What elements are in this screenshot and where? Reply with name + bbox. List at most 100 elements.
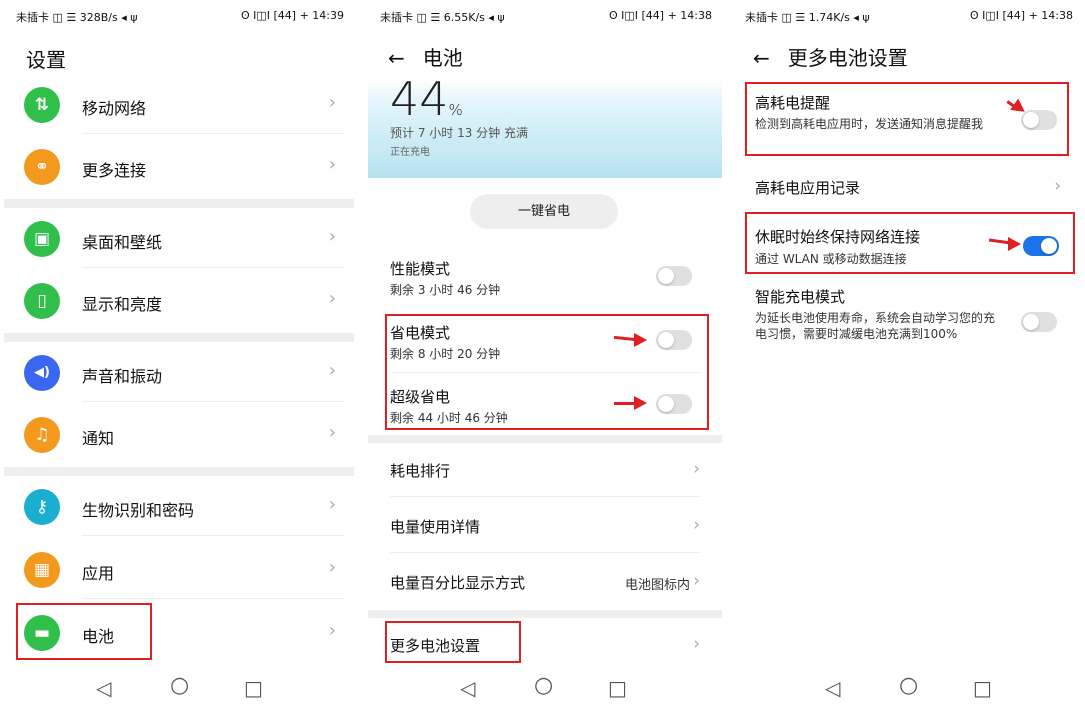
status-right: ʘ I◫I [44] + 14:38 bbox=[608, 9, 712, 22]
setting-description: 为延长电池使用寿命，系统会自动学习您的充电习惯，需要时减缓电池充满到100% bbox=[755, 311, 996, 341]
navigation-bar: ◁ ○ □ bbox=[368, 664, 722, 716]
section-divider bbox=[368, 610, 722, 618]
highlight-box bbox=[745, 82, 1069, 156]
settings-item-label: 显示和亮度 bbox=[82, 295, 163, 314]
smart-charge-toggle[interactable] bbox=[1021, 312, 1057, 332]
settings-item-mobile-network[interactable]: ⇅ 移动网络 › bbox=[4, 74, 354, 134]
highlight-box bbox=[385, 314, 709, 430]
notification-bell-icon: ♫ bbox=[24, 417, 60, 453]
settings-item-label: 桌面和壁纸 bbox=[82, 233, 163, 252]
settings-item-label: 通知 bbox=[82, 429, 115, 448]
back-arrow-icon[interactable]: ← bbox=[753, 46, 770, 70]
settings-screen: 未插卡 ◫ ☰ 328B/s ◂ ψ ʘ I◫I [44] + 14:39 设置… bbox=[4, 0, 354, 716]
nav-recent-icon[interactable]: □ bbox=[244, 676, 263, 700]
section-divider bbox=[4, 467, 354, 476]
chevron-right-icon: › bbox=[328, 620, 336, 641]
red-arrow-icon bbox=[614, 402, 636, 405]
page-title: 设置 bbox=[26, 48, 66, 72]
highlight-box bbox=[745, 212, 1075, 274]
page-header: ← 电池 bbox=[388, 42, 463, 71]
item-label: 高耗电应用记录 bbox=[755, 179, 861, 197]
mobile-network-icon: ⇅ bbox=[24, 87, 60, 123]
section-divider bbox=[4, 199, 354, 208]
link-icon: ⚭ bbox=[24, 149, 60, 185]
back-arrow-icon[interactable]: ← bbox=[388, 46, 405, 70]
settings-item-biometrics[interactable]: ⚷ 生物识别和密码 › bbox=[4, 476, 354, 536]
item-label: 电量百分比显示方式 bbox=[390, 574, 526, 592]
nav-recent-icon[interactable]: □ bbox=[973, 676, 992, 700]
settings-item-notification[interactable]: ♫ 通知 › bbox=[4, 404, 354, 464]
chevron-right-icon: › bbox=[693, 571, 700, 591]
item-label: 电量使用详情 bbox=[390, 518, 481, 536]
status-bar: 未插卡 ◫ ☰ 328B/s ◂ ψ ʘ I◫I [44] + 14:39 bbox=[4, 0, 354, 32]
section-divider bbox=[4, 333, 354, 342]
mode-performance: 性能模式 剩余 3 小时 46 分钟 bbox=[368, 256, 722, 314]
chevron-right-icon: › bbox=[693, 515, 700, 535]
mode-title: 性能模式 bbox=[390, 260, 451, 278]
nav-home-icon[interactable]: ○ bbox=[534, 673, 553, 698]
nav-home-icon[interactable]: ○ bbox=[899, 673, 918, 698]
settings-item-wallpaper[interactable]: ▣ 桌面和壁纸 › bbox=[4, 208, 354, 268]
status-left: 未插卡 ◫ ☰ 328B/s ◂ ψ bbox=[16, 11, 138, 24]
one-key-power-save-button[interactable]: 一键省电 bbox=[470, 194, 618, 229]
nav-back-icon[interactable]: ◁ bbox=[96, 676, 111, 700]
chevron-right-icon: › bbox=[1054, 176, 1061, 196]
chevron-right-icon: › bbox=[693, 459, 700, 479]
more-battery-settings-screen: 未插卡 ◫ ☰ 1.74K/s ◂ ψ ʘ I◫I [44] + 14:38 ←… bbox=[733, 0, 1083, 716]
sound-icon: ◀) bbox=[24, 355, 60, 391]
highlight-box bbox=[385, 621, 521, 663]
settings-item-label: 更多连接 bbox=[82, 161, 147, 180]
red-arrow-head-icon bbox=[634, 333, 647, 347]
performance-mode-toggle[interactable] bbox=[656, 266, 692, 286]
status-bar: 未插卡 ◫ ☰ 1.74K/s ◂ ψ ʘ I◫I [44] + 14:38 bbox=[733, 0, 1083, 32]
nav-home-icon[interactable]: ○ bbox=[170, 673, 189, 698]
setting-title: 智能充电模式 bbox=[755, 288, 846, 306]
status-right: ʘ I◫I [44] + 14:39 bbox=[240, 9, 344, 22]
display-icon: ▯ bbox=[24, 283, 60, 319]
section-divider bbox=[368, 435, 722, 443]
high-power-record-item[interactable]: 高耗电应用记录 › bbox=[733, 160, 1083, 214]
status-bar: 未插卡 ◫ ☰ 6.55K/s ◂ ψ ʘ I◫I [44] + 14:38 bbox=[368, 0, 722, 32]
chevron-right-icon: › bbox=[328, 360, 336, 381]
charge-estimate: 预计 7 小时 13 分钟 充满 bbox=[390, 126, 528, 140]
smart-charge-row: 智能充电模式 为延长电池使用寿命，系统会自动学习您的充电习惯，需要时减缓电池充满… bbox=[733, 282, 1083, 366]
charging-status: 正在充电 bbox=[390, 147, 430, 158]
mode-remaining: 剩余 3 小时 46 分钟 bbox=[390, 283, 501, 297]
nav-back-icon[interactable]: ◁ bbox=[460, 676, 475, 700]
settings-item-sound[interactable]: ◀) 声音和振动 › bbox=[4, 342, 354, 402]
page-title: 电池 bbox=[422, 46, 463, 70]
chevron-right-icon: › bbox=[328, 92, 336, 113]
red-arrow-head-icon bbox=[634, 396, 647, 410]
status-left: 未插卡 ◫ ☰ 1.74K/s ◂ ψ bbox=[745, 11, 870, 24]
page-header: ← 更多电池设置 bbox=[753, 42, 908, 71]
percent-display-item[interactable]: 电量百分比显示方式 电池图标内 › bbox=[368, 555, 722, 609]
chevron-right-icon: › bbox=[328, 557, 336, 578]
key-icon: ⚷ bbox=[24, 489, 60, 525]
settings-item-label: 应用 bbox=[82, 564, 115, 583]
wallpaper-icon: ▣ bbox=[24, 221, 60, 257]
apps-grid-icon: ▦ bbox=[24, 552, 60, 588]
settings-item-more-connections[interactable]: ⚭ 更多连接 › bbox=[4, 136, 354, 196]
nav-back-icon[interactable]: ◁ bbox=[825, 676, 840, 700]
red-arrow-head-icon bbox=[1008, 237, 1021, 251]
settings-item-display[interactable]: ▯ 显示和亮度 › bbox=[4, 270, 354, 330]
chevron-right-icon: › bbox=[328, 494, 336, 515]
power-rank-item[interactable]: 耗电排行 › bbox=[368, 443, 722, 497]
battery-screen: 未插卡 ◫ ☰ 6.55K/s ◂ ψ ʘ I◫I [44] + 14:38 ←… bbox=[368, 0, 722, 716]
chevron-right-icon: › bbox=[328, 154, 336, 175]
chevron-right-icon: › bbox=[693, 634, 700, 654]
item-value: 电池图标内 bbox=[624, 578, 690, 593]
settings-item-label: 生物识别和密码 bbox=[82, 501, 195, 520]
highlight-box bbox=[16, 603, 152, 660]
settings-item-apps[interactable]: ▦ 应用 › bbox=[4, 539, 354, 599]
chevron-right-icon: › bbox=[328, 226, 336, 247]
battery-percent-value: 44 bbox=[390, 72, 449, 126]
settings-item-label: 移动网络 bbox=[82, 99, 147, 118]
usage-detail-item[interactable]: 电量使用详情 › bbox=[368, 499, 722, 553]
navigation-bar: ◁ ○ □ bbox=[4, 664, 354, 716]
item-label: 耗电排行 bbox=[390, 462, 451, 480]
battery-percent: 44% bbox=[390, 72, 463, 126]
status-left: 未插卡 ◫ ☰ 6.55K/s ◂ ψ bbox=[380, 11, 505, 24]
nav-recent-icon[interactable]: □ bbox=[608, 676, 627, 700]
settings-item-label: 声音和振动 bbox=[82, 367, 163, 386]
